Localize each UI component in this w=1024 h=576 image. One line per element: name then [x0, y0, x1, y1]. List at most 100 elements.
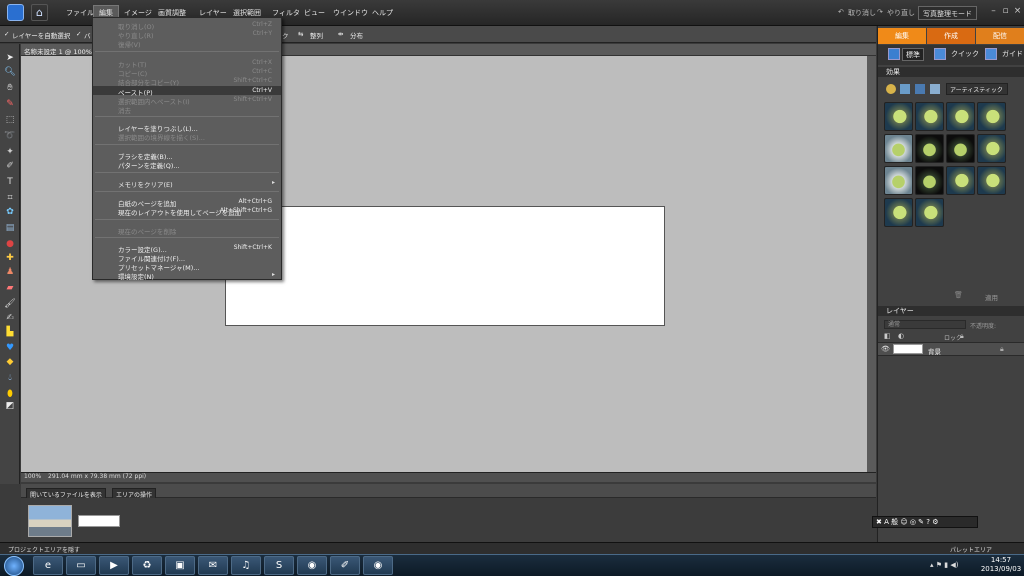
maximize-icon[interactable]: ▫ — [1000, 6, 1011, 17]
effect-thumbnail[interactable] — [946, 166, 975, 195]
tab-create[interactable]: 作成 — [927, 28, 975, 44]
photo-effects-icon[interactable] — [915, 84, 925, 94]
align-button[interactable]: 整列 — [310, 30, 323, 40]
clock[interactable]: 14:57 2013/09/03 — [980, 556, 1022, 574]
apply-button[interactable]: 適用 — [985, 292, 998, 302]
bounding-box-checkbox[interactable]: バ — [84, 30, 91, 40]
marquee-tool-icon[interactable]: ⬚ — [4, 114, 16, 126]
menu-window[interactable]: ウインドウ — [333, 8, 368, 18]
organizer-mode-button[interactable]: 写真整理モード — [918, 6, 977, 20]
effects-panel-header[interactable]: 効果 — [878, 67, 1024, 77]
move-tool-icon[interactable]: ➤ — [4, 52, 16, 64]
cookie-cutter-icon[interactable]: ✿ — [4, 206, 16, 218]
distribute-button[interactable]: 分布 — [350, 30, 363, 40]
new-layer-icon[interactable]: ◧ — [884, 332, 891, 340]
start-button[interactable] — [4, 556, 24, 576]
menu-help[interactable]: ヘルプ — [372, 8, 393, 18]
smart-brush-icon[interactable]: ✍ — [4, 312, 16, 324]
effect-thumbnail[interactable] — [915, 134, 944, 163]
tab-edit[interactable]: 編集 — [878, 28, 926, 44]
ie-icon[interactable]: e — [33, 556, 63, 575]
lock-icon[interactable]: 🔒︎ — [960, 332, 964, 341]
effect-thumbnail[interactable] — [946, 102, 975, 131]
effect-thumbnail[interactable] — [915, 166, 944, 195]
menu-stroke-selection[interactable]: 選択範囲の境界線を描く(S)... — [118, 132, 205, 142]
effect-thumbnail[interactable] — [884, 134, 913, 163]
menu-delete[interactable]: 消去 — [118, 105, 131, 115]
effect-thumbnail[interactable] — [915, 102, 944, 131]
document-thumbnail[interactable] — [78, 515, 120, 527]
undo-button[interactable]: 取り消し — [848, 8, 876, 18]
effect-thumbnail[interactable] — [946, 134, 975, 163]
effect-thumbnail[interactable] — [977, 134, 1006, 163]
tab-full-edit[interactable]: 標準 — [902, 48, 924, 61]
photo-thumbnail[interactable] — [28, 505, 72, 537]
home-icon[interactable]: ⌂ — [31, 4, 48, 21]
effects-category-dropdown[interactable]: アーティスティック — [946, 83, 1008, 95]
app-icon[interactable]: ♻ — [132, 556, 162, 575]
blend-mode-dropdown[interactable]: 通常 — [884, 320, 966, 329]
brush-tool-icon[interactable]: 🖌︎ — [4, 298, 16, 310]
lasso-tool-icon[interactable]: ➰ — [4, 130, 16, 142]
all-effects-icon[interactable] — [930, 84, 940, 94]
eraser-tool-icon[interactable]: ▰ — [4, 282, 16, 294]
menu-revert[interactable]: 復帰(V) — [118, 39, 141, 49]
effect-thumbnail[interactable] — [884, 198, 913, 227]
tab-share[interactable]: 配信 — [976, 28, 1024, 44]
color-swatch-icon[interactable]: ◩ — [4, 400, 16, 412]
menu-copy-merged[interactable]: 結合部分をコピー(Y) — [118, 77, 179, 87]
eye-icon[interactable]: 👁︎ — [881, 345, 890, 353]
camera-icon[interactable]: ◉ — [363, 556, 393, 575]
menu-define-pattern[interactable]: パターンを定義(Q)... — [118, 160, 180, 170]
menu-purge[interactable]: メモリをクリア(E) — [118, 179, 173, 189]
eyedropper-icon[interactable]: ✎ — [4, 98, 16, 110]
crop-tool-icon[interactable]: ⌗ — [4, 192, 16, 204]
camera-icon[interactable]: ◉ — [297, 556, 327, 575]
shape-tool-icon[interactable]: ◆ — [4, 356, 16, 368]
clone-stamp-icon[interactable]: ♟ — [4, 266, 16, 278]
effect-thumbnail[interactable] — [977, 102, 1006, 131]
redo-icon[interactable]: ↷ — [877, 8, 883, 16]
red-eye-tool-icon[interactable]: ● — [4, 238, 16, 250]
redo-button[interactable]: やり直し — [887, 8, 915, 18]
monitor-icon[interactable]: ▣ — [165, 556, 195, 575]
arrange-button[interactable]: ク — [282, 30, 289, 40]
hand-tool-icon[interactable]: ✋︎ — [4, 82, 16, 94]
app-icon[interactable]: S — [264, 556, 294, 575]
zoom-tool-icon[interactable]: 🔍︎ — [4, 66, 16, 78]
menu-file[interactable]: ファイル — [66, 8, 94, 18]
filters-icon[interactable] — [886, 84, 896, 94]
paint-bucket-icon[interactable]: ▙ — [4, 326, 16, 338]
app-logo[interactable] — [7, 4, 24, 21]
sponge-tool-icon[interactable]: ⬮ — [4, 388, 16, 400]
palette-bin-button[interactable]: パレットエリア — [950, 545, 992, 554]
trash-icon[interactable]: 🗑︎ — [954, 291, 963, 299]
itunes-icon[interactable]: ♫ — [231, 556, 261, 575]
adjustment-layer-icon[interactable]: ◐ — [898, 332, 904, 340]
app-icon[interactable]: ✐ — [330, 556, 360, 575]
type-tool-icon[interactable]: T — [4, 176, 16, 188]
close-icon[interactable]: × — [1012, 6, 1023, 17]
floating-toolbar[interactable]: ✖ A 般 ☺ ◎ ✎ ? ⚙ — [872, 516, 978, 528]
selection-brush-icon[interactable]: ✐ — [4, 160, 16, 172]
blur-tool-icon[interactable]: 💧︎ — [4, 372, 16, 384]
system-tray[interactable]: ▴ ⚑ ▮ ◀) — [930, 561, 958, 569]
minimize-icon[interactable]: – — [988, 6, 999, 17]
tab-quick-edit[interactable]: クイック — [948, 48, 982, 61]
vertical-scrollbar[interactable] — [867, 56, 876, 472]
effect-thumbnail[interactable] — [977, 166, 1006, 195]
gradient-tool-icon[interactable]: ♥ — [4, 342, 16, 354]
effect-thumbnail[interactable] — [884, 166, 913, 195]
menu-view[interactable]: ビュー — [304, 8, 325, 18]
effect-thumbnail[interactable] — [915, 198, 944, 227]
layer-styles-icon[interactable] — [900, 84, 910, 94]
media-player-icon[interactable]: ▶ — [99, 556, 129, 575]
menu-delete-page[interactable]: 現在のページを削除 — [118, 226, 176, 236]
undo-icon[interactable]: ↶ — [838, 8, 844, 16]
document-page[interactable] — [225, 206, 665, 326]
straighten-tool-icon[interactable]: ▤ — [4, 222, 16, 234]
app-icon[interactable]: ✉ — [198, 556, 228, 575]
effect-thumbnail[interactable] — [884, 102, 913, 131]
explorer-icon[interactable]: ▭ — [66, 556, 96, 575]
spot-healing-icon[interactable]: ✚ — [4, 252, 16, 264]
